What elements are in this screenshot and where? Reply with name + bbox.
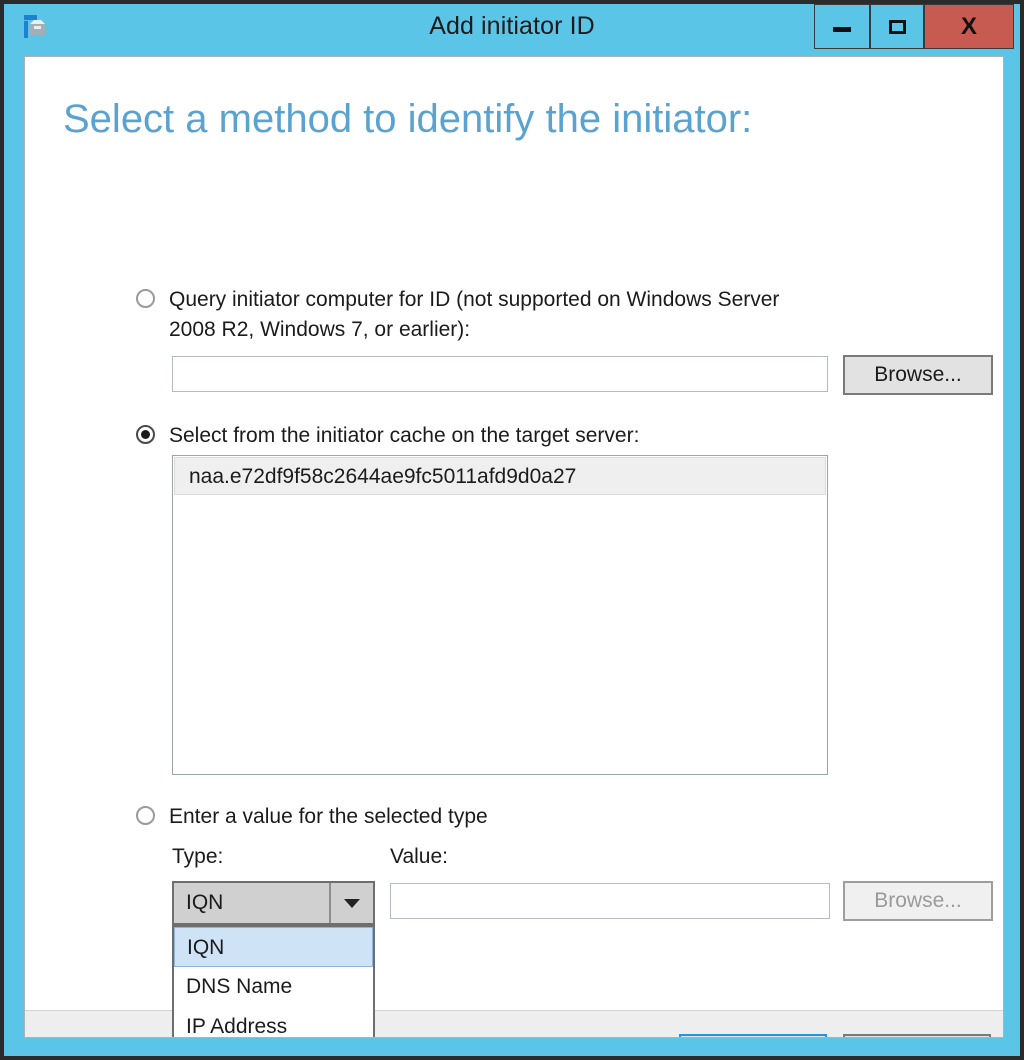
page-title: Select a method to identify the initiato…: [63, 97, 753, 141]
radio-initiator-cache-label: Select from the initiator cache on the t…: [169, 424, 640, 447]
radio-query-initiator-label: Query initiator computer for ID (not sup…: [169, 288, 780, 341]
cancel-button[interactable]: Cancel: [843, 1034, 991, 1037]
dropdown-option-iqn[interactable]: IQN: [174, 927, 373, 967]
close-icon: X: [960, 12, 977, 40]
type-combobox-value: IQN: [186, 891, 224, 914]
radio-enter-value-label: Enter a value for the selected type: [169, 805, 488, 828]
maximize-icon: [888, 19, 906, 34]
minimize-button[interactable]: [814, 4, 870, 49]
browse-value-button[interactable]: Browse...: [843, 881, 993, 921]
ok-button[interactable]: OK: [679, 1034, 827, 1037]
title-bar: Add initiator ID X: [4, 4, 1020, 49]
value-label: Value:: [390, 845, 448, 868]
maximize-button[interactable]: [870, 4, 924, 49]
dropdown-option-ip-address[interactable]: IP Address: [174, 1007, 373, 1037]
minimize-icon: [833, 27, 851, 32]
radio-enter-value[interactable]: [136, 806, 155, 825]
query-initiator-input[interactable]: [172, 356, 828, 392]
radio-initiator-cache[interactable]: [136, 425, 155, 444]
server-manager-icon: [20, 13, 48, 41]
chevron-down-icon[interactable]: [329, 883, 373, 923]
type-dropdown-list[interactable]: IQN DNS Name IP Address MAC Address: [172, 925, 375, 1037]
value-input[interactable]: [390, 883, 830, 919]
dropdown-option-dns-name[interactable]: DNS Name: [174, 967, 373, 1007]
browse-query-button[interactable]: Browse...: [843, 355, 993, 395]
initiator-cache-list[interactable]: naa.e72df9f58c2644ae9fc5011afd9d0a27: [172, 455, 828, 775]
close-button[interactable]: X: [924, 4, 1014, 49]
type-label: Type:: [172, 845, 224, 868]
type-combobox[interactable]: IQN: [172, 881, 375, 925]
dialog-window: Add initiator ID X Select a method to id…: [0, 0, 1024, 1060]
list-item[interactable]: naa.e72df9f58c2644ae9fc5011afd9d0a27: [174, 457, 826, 495]
radio-query-initiator[interactable]: [136, 289, 155, 308]
dialog-content: Select a method to identify the initiato…: [24, 56, 1004, 1038]
